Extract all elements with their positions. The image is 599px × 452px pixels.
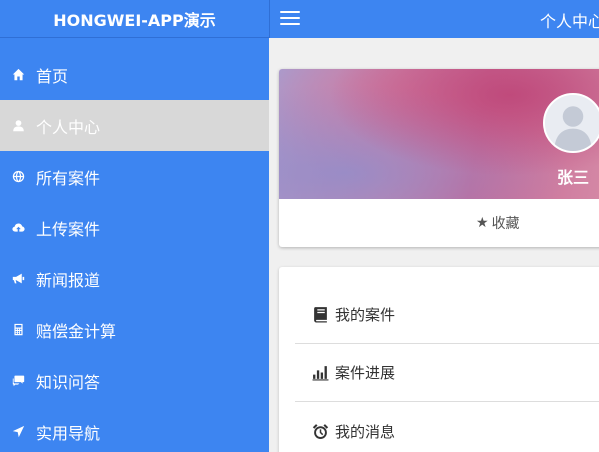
- sidebar-item-label: 个人中心: [36, 117, 101, 137]
- sidebar-item-home[interactable]: 首页: [0, 49, 269, 100]
- globe-icon: [9, 168, 27, 186]
- bullhorn-icon: [9, 270, 27, 288]
- avatar[interactable]: [543, 93, 599, 153]
- menu-item-label: 案件进展: [335, 364, 396, 382]
- favorites-label: 收藏: [491, 216, 520, 232]
- sidebar-item-news[interactable]: 新闻报道: [0, 253, 269, 304]
- sidebar-item-label: 知识问答: [36, 372, 101, 392]
- sidebar-item-upload-case[interactable]: 上传案件: [0, 202, 269, 253]
- chat-icon: [9, 372, 27, 390]
- sidebar-item-compensation[interactable]: 赔偿金计算: [0, 304, 269, 355]
- alarm-clock-icon: [311, 422, 330, 441]
- home-icon: [9, 66, 27, 84]
- menu-toggle-icon[interactable]: [280, 10, 300, 26]
- sidebar-nav: 首页 个人中心 所有案件 上传案件 新闻报道 赔偿金计算 知识问答 实用导航: [0, 49, 269, 452]
- navigation-icon: [9, 423, 27, 441]
- sidebar-item-label: 所有案件: [36, 168, 101, 188]
- page-title: 个人中心: [540, 12, 599, 31]
- calculator-icon: [9, 321, 27, 339]
- menu-item-label: 我的消息: [335, 422, 396, 441]
- my-cases-item[interactable]: 我的案件: [295, 286, 599, 344]
- profile-menu: 我的案件 案件进展 我的消息: [279, 267, 599, 452]
- profile-card: 张三 ★ 收藏: [279, 69, 599, 247]
- sidebar-item-label: 上传案件: [36, 219, 101, 239]
- cloud-upload-icon: [9, 219, 27, 237]
- star-icon: ★: [476, 215, 489, 231]
- sidebar-item-profile[interactable]: 个人中心: [0, 100, 269, 151]
- sidebar: HONGWEI-APP演示 首页 个人中心 所有案件 上传案件 新闻报道 赔偿金…: [0, 0, 269, 452]
- sidebar-item-label: 首页: [36, 66, 69, 86]
- case-progress-item[interactable]: 案件进展: [295, 344, 599, 402]
- sidebar-item-label: 新闻报道: [36, 270, 101, 290]
- my-messages-item[interactable]: 我的消息: [295, 402, 599, 452]
- sidebar-item-all-cases[interactable]: 所有案件: [0, 151, 269, 202]
- sidebar-item-navigation[interactable]: 实用导航: [0, 406, 269, 452]
- user-icon: [9, 117, 27, 135]
- sidebar-item-label: 实用导航: [36, 423, 101, 443]
- book-icon: [311, 305, 330, 324]
- main-content: 张三 ★ 收藏 我的案件 案件进展 我的消息: [269, 38, 599, 452]
- menu-item-label: 我的案件: [335, 306, 396, 324]
- sidebar-title: HONGWEI-APP演示: [0, 0, 269, 38]
- top-bar: 个人中心: [269, 0, 599, 38]
- sidebar-item-label: 赔偿金计算: [36, 321, 117, 341]
- profile-name: 张三: [557, 168, 590, 187]
- favorites-button[interactable]: ★ 收藏: [279, 199, 599, 247]
- bar-chart-icon: [311, 363, 330, 382]
- sidebar-item-qa[interactable]: 知识问答: [0, 355, 269, 406]
